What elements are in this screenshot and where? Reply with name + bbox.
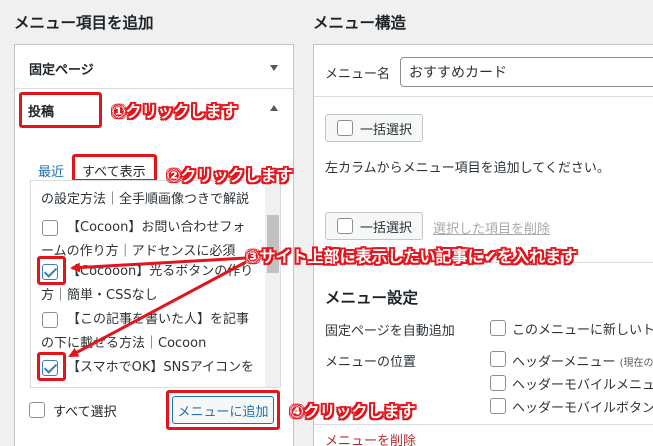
arrow-to-checkbox-2	[68, 260, 247, 358]
arrow-to-checkbox-1	[70, 256, 247, 273]
annotation-arrows	[68, 256, 247, 358]
